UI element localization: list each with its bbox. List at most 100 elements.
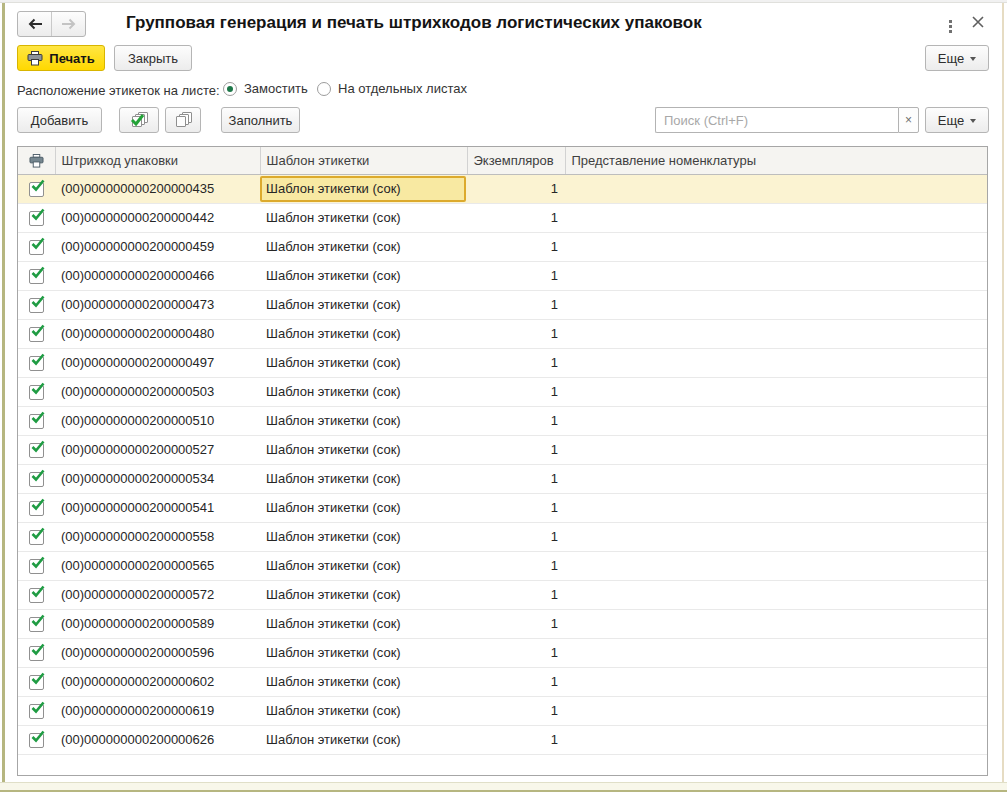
fill-button[interactable]: Заполнить <box>221 107 300 133</box>
radio-tile[interactable]: Замостить <box>223 81 308 96</box>
table-row[interactable]: (00)000000000200000527 Шаблон этикетки (… <box>18 435 987 464</box>
col-header-copies[interactable]: Экземпляров <box>467 147 565 174</box>
table-row[interactable]: (00)000000000200000565 Шаблон этикетки (… <box>18 551 987 580</box>
table-row[interactable]: (00)000000000200000442 Шаблон этикетки (… <box>18 203 987 232</box>
copies-cell[interactable]: 1 <box>467 725 565 754</box>
barcode-cell[interactable]: (00)000000000200000565 <box>55 551 260 580</box>
table-row[interactable]: (00)000000000200000497 Шаблон этикетки (… <box>18 348 987 377</box>
search-input[interactable] <box>655 107 898 133</box>
presentation-cell[interactable] <box>565 435 987 464</box>
presentation-cell[interactable] <box>565 725 987 754</box>
template-cell[interactable]: Шаблон этикетки (сок) <box>260 551 467 580</box>
close-button[interactable]: Закрыть <box>114 45 192 71</box>
barcode-cell[interactable]: (00)000000000200000466 <box>55 261 260 290</box>
presentation-cell[interactable] <box>565 609 987 638</box>
template-cell[interactable]: Шаблон этикетки (сок) <box>260 319 467 348</box>
template-cell[interactable]: Шаблон этикетки (сок) <box>260 725 467 754</box>
row-checkbox[interactable] <box>29 559 44 574</box>
barcode-cell[interactable]: (00)000000000200000497 <box>55 348 260 377</box>
table-row[interactable]: (00)000000000200000602 Шаблон этикетки (… <box>18 667 987 696</box>
template-cell[interactable]: Шаблон этикетки (сок) <box>260 493 467 522</box>
row-checkbox[interactable] <box>29 211 44 226</box>
row-checkbox[interactable] <box>29 385 44 400</box>
row-checkbox[interactable] <box>29 414 44 429</box>
copies-cell[interactable]: 1 <box>467 464 565 493</box>
copies-cell[interactable]: 1 <box>467 203 565 232</box>
barcode-cell[interactable]: (00)000000000200000459 <box>55 232 260 261</box>
presentation-cell[interactable] <box>565 493 987 522</box>
table-row[interactable]: (00)000000000200000558 Шаблон этикетки (… <box>18 522 987 551</box>
barcode-cell[interactable]: (00)000000000200000534 <box>55 464 260 493</box>
table-row[interactable]: (00)000000000200000596 Шаблон этикетки (… <box>18 638 987 667</box>
barcode-cell[interactable]: (00)000000000200000626 <box>55 725 260 754</box>
row-checkbox[interactable] <box>29 240 44 255</box>
presentation-cell[interactable] <box>565 522 987 551</box>
template-cell[interactable]: Шаблон этикетки (сок) <box>260 348 467 377</box>
copies-cell[interactable]: 1 <box>467 232 565 261</box>
print-column-header[interactable] <box>18 147 55 174</box>
back-button[interactable] <box>18 12 52 36</box>
barcode-cell[interactable]: (00)000000000200000572 <box>55 580 260 609</box>
copies-cell[interactable]: 1 <box>467 435 565 464</box>
table-row[interactable]: (00)000000000200000619 Шаблон этикетки (… <box>18 696 987 725</box>
table-row[interactable]: (00)000000000200000459 Шаблон этикетки (… <box>18 232 987 261</box>
forward-button[interactable] <box>52 12 85 36</box>
presentation-cell[interactable] <box>565 464 987 493</box>
barcode-cell[interactable]: (00)000000000200000473 <box>55 290 260 319</box>
row-checkbox[interactable] <box>29 356 44 371</box>
copies-cell[interactable]: 1 <box>467 638 565 667</box>
copies-cell[interactable]: 1 <box>467 406 565 435</box>
more-button-list[interactable]: Еще <box>925 107 989 133</box>
row-checkbox[interactable] <box>29 501 44 516</box>
add-button[interactable]: Добавить <box>17 107 102 133</box>
table-row[interactable]: (00)000000000200000510 Шаблон этикетки (… <box>18 406 987 435</box>
copies-cell[interactable]: 1 <box>467 174 565 203</box>
template-cell[interactable]: Шаблон этикетки (сок) <box>260 203 467 232</box>
more-button-top[interactable]: Еще <box>925 45 989 71</box>
table-row[interactable]: (00)000000000200000572 Шаблон этикетки (… <box>18 580 987 609</box>
row-checkbox[interactable] <box>29 269 44 284</box>
col-header-template[interactable]: Шаблон этикетки <box>260 147 467 174</box>
copies-cell[interactable]: 1 <box>467 551 565 580</box>
barcode-cell[interactable]: (00)000000000200000589 <box>55 609 260 638</box>
template-cell[interactable]: Шаблон этикетки (сок) <box>260 261 467 290</box>
presentation-cell[interactable] <box>565 319 987 348</box>
uncheck-all-button[interactable] <box>165 107 201 133</box>
presentation-cell[interactable] <box>565 551 987 580</box>
copies-cell[interactable]: 1 <box>467 580 565 609</box>
template-cell[interactable]: Шаблон этикетки (сок) <box>260 174 467 203</box>
table-row[interactable]: (00)000000000200000534 Шаблон этикетки (… <box>18 464 987 493</box>
presentation-cell[interactable] <box>565 348 987 377</box>
close-icon[interactable] <box>967 11 989 33</box>
table-row[interactable]: (00)000000000200000541 Шаблон этикетки (… <box>18 493 987 522</box>
table-row[interactable]: (00)000000000200000473 Шаблон этикетки (… <box>18 290 987 319</box>
presentation-cell[interactable] <box>565 203 987 232</box>
copies-cell[interactable]: 1 <box>467 609 565 638</box>
template-cell[interactable]: Шаблон этикетки (сок) <box>260 406 467 435</box>
row-checkbox[interactable] <box>29 530 44 545</box>
search-clear-button[interactable]: × <box>898 107 919 133</box>
table-row[interactable]: (00)000000000200000626 Шаблон этикетки (… <box>18 725 987 754</box>
print-button[interactable]: Печать <box>17 45 105 71</box>
barcode-cell[interactable]: (00)000000000200000558 <box>55 522 260 551</box>
presentation-cell[interactable] <box>565 290 987 319</box>
copies-cell[interactable]: 1 <box>467 348 565 377</box>
copies-cell[interactable]: 1 <box>467 522 565 551</box>
copies-cell[interactable]: 1 <box>467 493 565 522</box>
row-checkbox[interactable] <box>29 182 44 197</box>
row-checkbox[interactable] <box>29 443 44 458</box>
template-cell[interactable]: Шаблон этикетки (сок) <box>260 435 467 464</box>
template-cell[interactable]: Шаблон этикетки (сок) <box>260 580 467 609</box>
presentation-cell[interactable] <box>565 638 987 667</box>
row-checkbox[interactable] <box>29 733 44 748</box>
row-checkbox[interactable] <box>29 617 44 632</box>
table-row[interactable]: (00)000000000200000466 Шаблон этикетки (… <box>18 261 987 290</box>
barcode-cell[interactable]: (00)000000000200000435 <box>55 174 260 203</box>
template-cell[interactable]: Шаблон этикетки (сок) <box>260 696 467 725</box>
presentation-cell[interactable] <box>565 377 987 406</box>
row-checkbox[interactable] <box>29 588 44 603</box>
row-checkbox[interactable] <box>29 646 44 661</box>
barcode-cell[interactable]: (00)000000000200000442 <box>55 203 260 232</box>
copies-cell[interactable]: 1 <box>467 319 565 348</box>
template-cell[interactable]: Шаблон этикетки (сок) <box>260 609 467 638</box>
